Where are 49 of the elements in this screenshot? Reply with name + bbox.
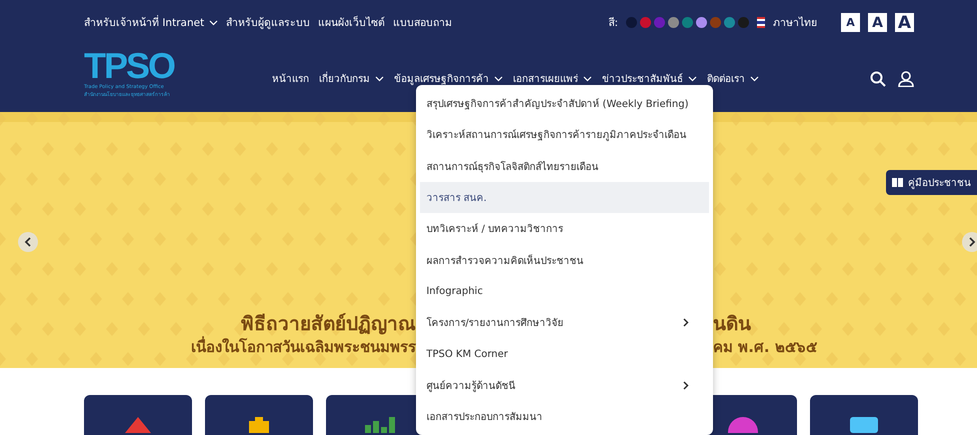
- banner-title: พิธีถวายสัตย์ปฏิญาณ: [240, 312, 416, 336]
- color-swatch[interactable]: [710, 17, 721, 28]
- font-size-button[interactable]: A: [841, 13, 860, 32]
- font-size-button[interactable]: A: [868, 13, 887, 32]
- menu-item[interactable]: สถานการณ์ธุรกิจโลจิสติกส์ไทยรายเดือน: [420, 150, 709, 182]
- nav-item[interactable]: เกี่ยวกับกรม: [319, 71, 384, 86]
- color-swatch[interactable]: [696, 17, 707, 28]
- color-swatch[interactable]: [668, 17, 679, 28]
- user-icon[interactable]: [898, 70, 914, 86]
- color-swatch[interactable]: [682, 17, 693, 28]
- font-size-button[interactable]: A: [895, 13, 914, 32]
- menu-item[interactable]: Infographic: [420, 276, 709, 308]
- flag-icon: [757, 17, 765, 28]
- menu-item[interactable]: TPSO KM Corner: [420, 338, 709, 370]
- chevron-left-icon: [24, 237, 32, 247]
- color-swatch[interactable]: [640, 17, 651, 28]
- menu-item[interactable]: บทวิเคราะห์ / บทความวิชาการ: [420, 213, 709, 244]
- menu-item[interactable]: สรุปเศรษฐกิจการค้าสำคัญประจำสัปดาห์ (Weekly Briefing): [420, 88, 709, 120]
- top-link[interactable]: แบบสอบถาม: [393, 14, 452, 31]
- banner-subtitle: คม พ.ศ. ๒๕๖๕: [713, 337, 818, 358]
- banner-title: นดิน: [713, 312, 752, 336]
- menu-item[interactable]: ศูนย์ความรู้ด้านดัชนี: [420, 370, 709, 401]
- color-swatch[interactable]: [724, 17, 735, 28]
- citizen-manual-tab[interactable]: คู่มือประชาชน: [886, 170, 977, 195]
- color-swatch[interactable]: [626, 17, 637, 28]
- color-label: สี:: [608, 16, 618, 31]
- language-link[interactable]: ภาษาไทย: [773, 14, 817, 31]
- menu-item[interactable]: โครงการ/รายงานการศึกษาวิจัย: [420, 307, 709, 338]
- banner-subtitle: เนื่องในโอกาสวันเฉลิมพระชนมพรร: [190, 336, 416, 358]
- top-link[interactable]: สำหรับเจ้าหน้าที่ Intranet: [84, 14, 218, 31]
- nav-item[interactable]: เอกสารเผยแพร่: [513, 71, 592, 86]
- book-icon: [892, 178, 903, 187]
- logo-text[interactable]: TPSO: [84, 48, 274, 84]
- menu-item[interactable]: ผลการสำรวจความคิดเห็นประชาชน: [420, 244, 709, 276]
- color-swatch[interactable]: [738, 17, 749, 28]
- color-swatch[interactable]: [654, 17, 665, 28]
- nav-item[interactable]: หน้าแรก: [272, 71, 309, 86]
- top-link[interactable]: สำหรับผู้ดูแลระบบ: [226, 14, 310, 31]
- nav-item[interactable]: ข่าวประชาสัมพันธ์: [602, 71, 697, 86]
- top-link[interactable]: แผนผังเว็บไซต์: [318, 14, 386, 31]
- nav-item[interactable]: ติดต่อเรา: [707, 71, 759, 86]
- triangle-icon: [125, 417, 151, 433]
- menu-item[interactable]: วิเคราะห์สถานการณ์เศรษฐกิจการค้ารายภูมิภาคประจำเดือน: [420, 119, 709, 151]
- chevron-right-icon: [968, 237, 976, 247]
- nav-item[interactable]: ข้อมูลเศรษฐกิจการค้า: [394, 71, 503, 86]
- bar-chart-icon: [365, 417, 395, 433]
- menu-item[interactable]: วารสาร สนค.: [420, 182, 709, 214]
- search-icon[interactable]: [870, 70, 886, 86]
- menu-item[interactable]: เอกสารประกอบการสัมมนา: [420, 400, 709, 432]
